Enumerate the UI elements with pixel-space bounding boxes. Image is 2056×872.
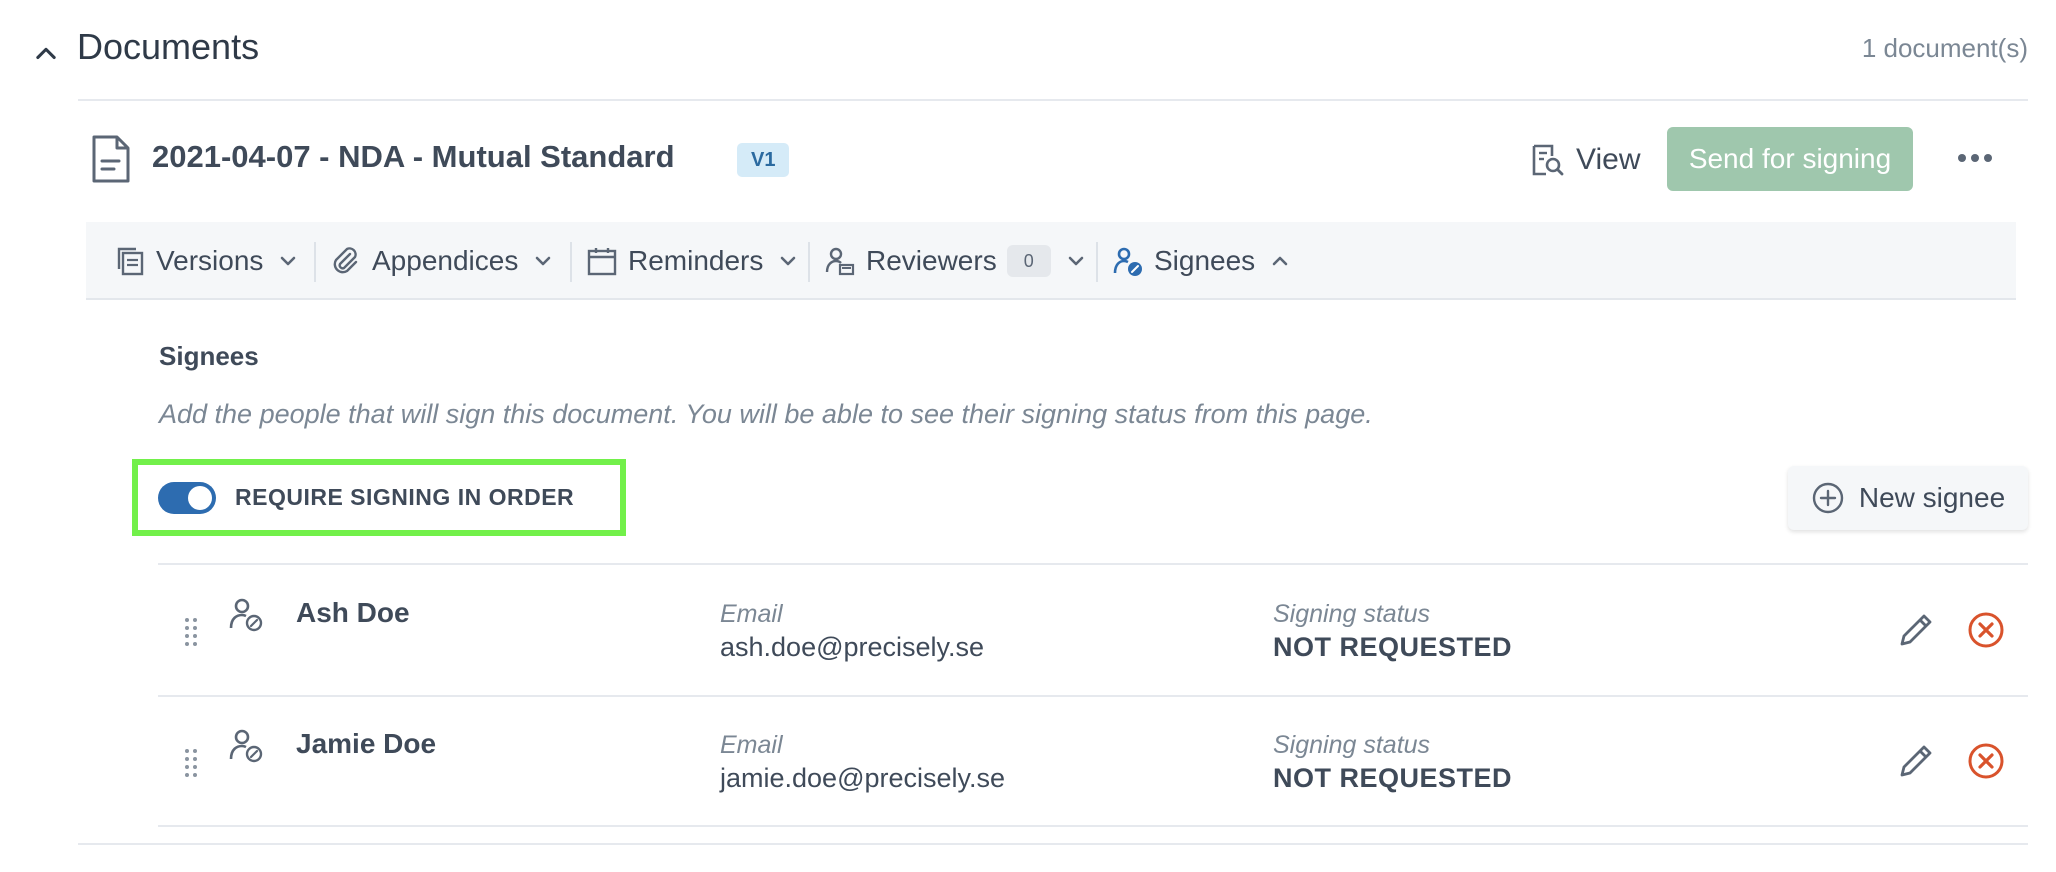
require-signing-order-label: REQUIRE SIGNING IN ORDER bbox=[235, 484, 575, 510]
reviewer-icon bbox=[825, 247, 855, 276]
divider bbox=[78, 99, 2028, 101]
toolbar-separator bbox=[1096, 242, 1098, 282]
signee-email: ash.doe@precisely.se bbox=[720, 632, 985, 662]
toolbar-separator bbox=[808, 242, 810, 282]
drag-handle-icon[interactable] bbox=[181, 615, 201, 649]
tab-reminders[interactable]: Reminders bbox=[586, 222, 799, 300]
remove-circle-icon[interactable] bbox=[1967, 742, 2005, 780]
signee-email: jamie.doe@precisely.se bbox=[720, 763, 1006, 793]
paperclip-icon bbox=[333, 247, 358, 274]
tab-reviewers[interactable]: Reviewers 0 bbox=[824, 222, 1087, 300]
chevron-down-icon bbox=[536, 256, 551, 266]
document-toolbar: Versions Appendices Reminders Reviewers … bbox=[86, 222, 2016, 300]
document-title[interactable]: 2021-04-07 - NDA - Mutual Standard bbox=[152, 139, 675, 175]
signee-icon bbox=[229, 598, 263, 632]
version-badge: V1 bbox=[737, 143, 790, 177]
tab-appendices[interactable]: Appendices bbox=[330, 222, 554, 300]
signing-status-value: NOT REQUESTED bbox=[1273, 632, 1513, 662]
more-horizontal-icon[interactable] bbox=[1950, 138, 2000, 178]
email-label: Email bbox=[720, 731, 783, 759]
divider bbox=[78, 843, 2028, 845]
chevron-down-icon bbox=[281, 256, 296, 266]
toolbar-separator bbox=[314, 242, 316, 282]
view-label: View bbox=[1576, 143, 1641, 176]
require-signing-order-toggle[interactable] bbox=[158, 482, 216, 514]
calendar-icon bbox=[587, 248, 617, 276]
signing-status-label: Signing status bbox=[1273, 600, 1431, 628]
tab-signees-label: Signees bbox=[1154, 245, 1256, 276]
pencil-icon[interactable] bbox=[1896, 610, 1936, 650]
toggle-knob bbox=[188, 486, 212, 510]
new-signee-label: New signee bbox=[1858, 482, 2006, 513]
signee-name: Ash Doe bbox=[296, 597, 410, 628]
view-button[interactable]: View bbox=[1530, 133, 1640, 187]
signing-status-label: Signing status bbox=[1273, 731, 1431, 759]
list-item: Ash Doe Email ash.doe@precisely.se Signi… bbox=[0, 565, 2056, 695]
remove-circle-icon[interactable] bbox=[1967, 611, 2005, 649]
chevron-up-icon bbox=[1272, 256, 1288, 266]
drag-handle-icon[interactable] bbox=[181, 746, 201, 780]
section-title: Documents bbox=[77, 26, 260, 67]
chevron-down-icon bbox=[1068, 256, 1084, 266]
divider bbox=[158, 825, 2028, 827]
tab-reminders-label: Reminders bbox=[628, 245, 764, 276]
pencil-icon[interactable] bbox=[1896, 741, 1936, 781]
document-search-icon bbox=[1532, 144, 1564, 176]
toolbar-separator bbox=[570, 242, 572, 282]
tab-signees[interactable]: Signees bbox=[1112, 222, 1291, 300]
tab-versions[interactable]: Versions bbox=[114, 222, 299, 300]
signee-icon bbox=[229, 729, 263, 763]
chevron-up-icon[interactable] bbox=[32, 40, 60, 68]
new-signee-button[interactable]: New signee bbox=[1788, 466, 2028, 530]
send-for-signing-button[interactable]: Send for signing bbox=[1667, 127, 1913, 191]
signing-status-value: NOT REQUESTED bbox=[1273, 763, 1513, 793]
signee-name: Jamie Doe bbox=[296, 728, 437, 759]
chevron-down-icon bbox=[781, 256, 796, 266]
signees-panel-title: Signees bbox=[159, 341, 259, 371]
plus-circle-icon bbox=[1812, 482, 1844, 514]
document-count: 1 document(s) bbox=[1861, 33, 2028, 63]
reviewers-count-badge: 0 bbox=[1006, 245, 1051, 277]
versions-icon bbox=[117, 247, 144, 276]
file-icon bbox=[92, 135, 130, 183]
tab-reviewers-label: Reviewers bbox=[866, 245, 997, 276]
signees-panel-description: Add the people that will sign this docum… bbox=[159, 399, 1373, 429]
tab-versions-label: Versions bbox=[156, 245, 264, 276]
email-label: Email bbox=[720, 600, 783, 628]
signee-icon bbox=[1113, 247, 1142, 276]
list-item: Jamie Doe Email jamie.doe@precisely.se S… bbox=[0, 697, 2056, 827]
tab-appendices-label: Appendices bbox=[372, 245, 519, 276]
